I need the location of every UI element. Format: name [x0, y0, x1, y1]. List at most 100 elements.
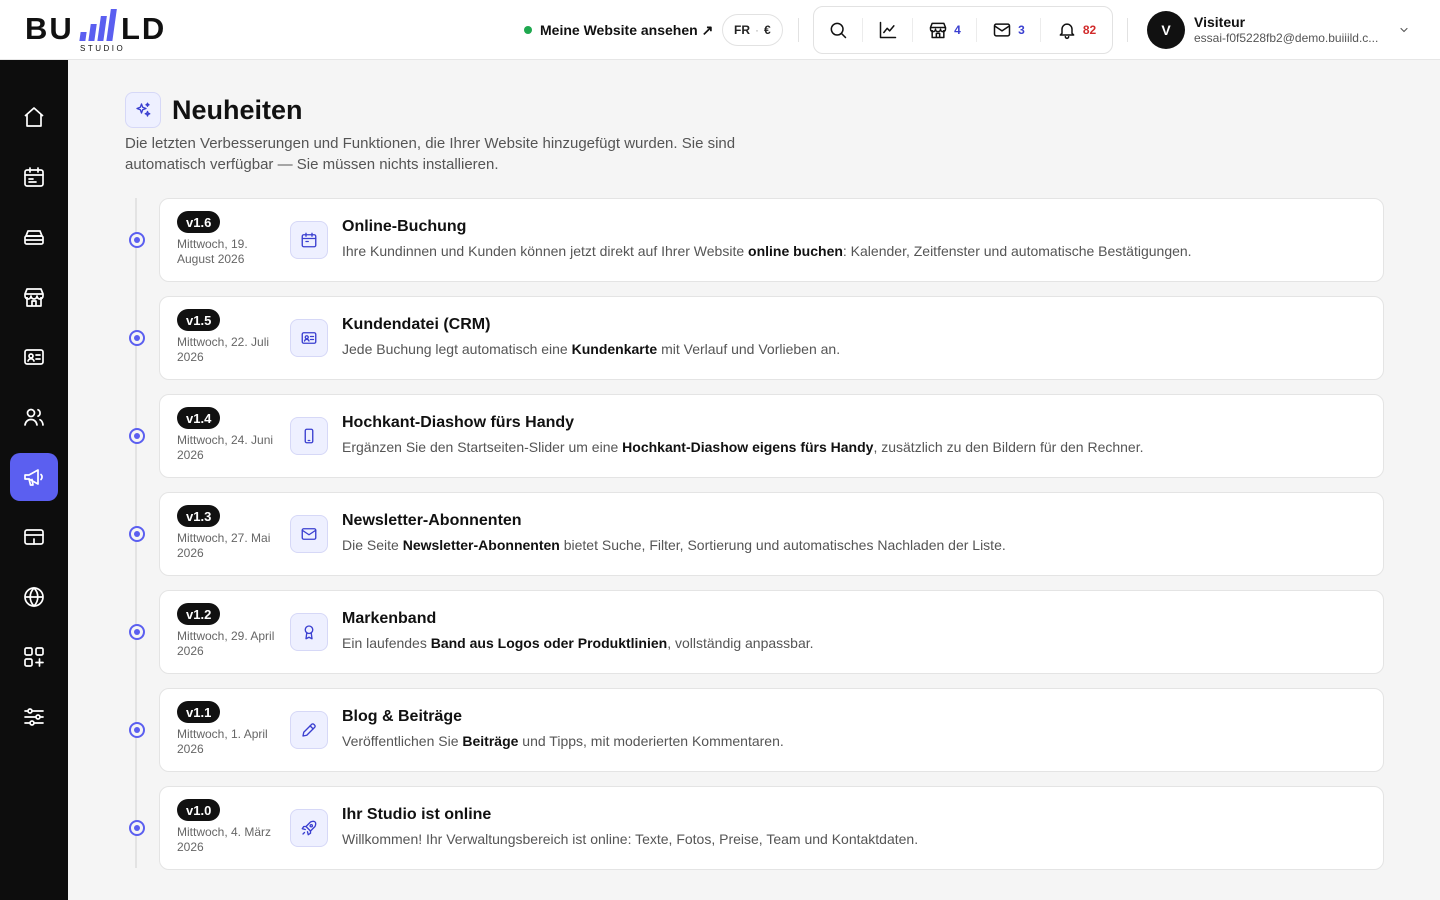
sidebar-item-settings[interactable]	[10, 693, 58, 741]
sidebar-item-team[interactable]	[10, 393, 58, 441]
feature-description: Ergänzen Sie den Startseiten-Slider um e…	[342, 439, 1144, 455]
sidebar-item-apps[interactable]	[10, 633, 58, 681]
timeline-dot	[129, 526, 145, 542]
description-highlight: Beiträge	[462, 733, 519, 749]
release-date: Mittwoch, 24. Juni 2026	[177, 433, 274, 462]
chevron-down-icon	[1400, 27, 1408, 33]
release-card: v1.3 Mittwoch, 27. Mai 2026 Newsletter-Abo…	[159, 492, 1384, 576]
sidebar-item-calendar[interactable]	[10, 153, 58, 201]
id-card-icon	[301, 332, 317, 344]
release-card: v1.6 Mittwoch, 19. August 2026 Online-Buch…	[159, 198, 1384, 282]
header-divider	[1127, 18, 1128, 42]
feature-title: Newsletter-Abonnenten	[342, 512, 522, 529]
feature-icon-box	[290, 319, 328, 357]
brand-logo[interactable]: BU LD STUDIO	[25, 8, 185, 54]
feature-icon-box	[290, 711, 328, 749]
globe-icon	[24, 586, 44, 608]
description-text: und Tipps, mit moderierten Kommentaren.	[518, 733, 784, 749]
feature-title: Hochkant-Diashow fürs Handy	[342, 414, 575, 431]
calendar-icon	[24, 167, 44, 187]
feature-description: Jede Buchung legt automatisch eine Kunde…	[342, 341, 840, 357]
feature-icon-box	[290, 221, 328, 259]
feature-description: Ihre Kundinnen und Kunden können jetzt d…	[342, 243, 1192, 259]
svg-text:STUDIO: STUDIO	[80, 44, 125, 53]
language-currency-switch[interactable]: FR · €	[722, 14, 783, 46]
feature-title: Kundendatei (CRM)	[342, 316, 491, 333]
release-card: v1.1 Mittwoch, 1. April 2026 Blog & Beiträ…	[159, 688, 1384, 772]
sidebar-item-payments[interactable]	[10, 513, 58, 561]
sidebar-item-news[interactable]	[10, 453, 58, 501]
description-text: bietet Suche, Filter, Sortierung und aut…	[559, 537, 1006, 553]
version-badge: v1.1	[177, 701, 221, 723]
description-highlight: Hochkant-Diashow eigens fürs Handy	[622, 439, 874, 455]
description-text: , vollständig anpassbar.	[667, 635, 814, 651]
release-card: v1.4 Mittwoch, 24. Juni 2026 Hochkant-Dias…	[159, 394, 1384, 478]
tray-icon	[24, 230, 44, 245]
sidebar-item-store[interactable]	[10, 273, 58, 321]
release-date: Mittwoch, 27. Mai 2026	[177, 531, 271, 560]
description-highlight: Band aus Logos oder Produktlinien	[430, 635, 668, 651]
search-icon	[830, 22, 847, 39]
shop-count: 4	[954, 23, 961, 37]
feature-icon-box	[290, 809, 328, 847]
sparkles-icon	[136, 102, 151, 117]
rocket-icon	[301, 820, 317, 836]
sidebar	[0, 60, 68, 900]
view-website-link[interactable]: Meine Website ansehen ↗	[524, 18, 713, 42]
shop-button[interactable]: 4	[912, 18, 976, 42]
description-text: Jede Buchung legt automatisch eine	[342, 341, 572, 357]
description-text: Ihre Kundinnen und Kunden können jetzt d…	[342, 243, 749, 259]
description-text: Die Seite	[342, 537, 403, 553]
feature-title: Online-Buchung	[342, 218, 467, 235]
timeline-dot	[129, 722, 145, 738]
messages-button[interactable]: 3	[976, 18, 1040, 42]
calendar-icon	[301, 232, 317, 248]
timeline-dot	[129, 624, 145, 640]
title-icon-box	[125, 92, 161, 128]
description-text: Veröffentlichen Sie	[342, 733, 463, 749]
notifications-count: 82	[1082, 23, 1097, 37]
timeline-dot	[129, 428, 145, 444]
release-card: v1.2 Mittwoch, 29. April 2026 Markenband Ei…	[159, 590, 1384, 674]
chart-line-icon	[879, 21, 896, 39]
feature-description: Willkommen! Ihr Verwaltungsbereich ist o…	[342, 831, 918, 847]
sidebar-item-contacts[interactable]	[10, 333, 58, 381]
feature-description: Veröffentlichen Sie Beiträge und Tipps, …	[342, 733, 784, 749]
user-menu[interactable]: V Visiteur essai-f0f5228fb2@demo.buiiild…	[1147, 10, 1417, 50]
release-card: v1.0 Mittwoch, 4. März 2026 Ihr Studio ist…	[159, 786, 1384, 870]
megaphone-icon	[24, 469, 43, 486]
release-date: Mittwoch, 29. April 2026	[177, 629, 275, 658]
notifications-button[interactable]: 82	[1040, 18, 1112, 42]
currency-label: €	[764, 23, 771, 37]
apps-icon	[24, 647, 44, 667]
pencil-icon	[302, 723, 316, 737]
analytics-button[interactable]	[862, 18, 912, 42]
sidebar-item-services[interactable]	[10, 213, 58, 261]
sidebar-item-website[interactable]	[10, 573, 58, 621]
user-name: Visiteur	[1194, 14, 1246, 30]
header-divider	[798, 18, 799, 42]
search-button[interactable]	[814, 7, 862, 53]
description-text: , zusätzlich zu den Bildern für den Rech…	[873, 439, 1144, 455]
description-highlight: Newsletter-Abonnenten	[402, 537, 560, 553]
home-icon	[24, 107, 44, 127]
release-date: Mittwoch, 22. Juli 2026	[177, 335, 270, 364]
description-text: Ergänzen Sie den Startseiten-Slider um e…	[342, 439, 623, 455]
header-toolbar: 4 3 82	[813, 6, 1113, 54]
description-text: mit Verlauf und Vorlieben an.	[657, 341, 841, 357]
mail-icon	[993, 23, 1011, 37]
description-highlight: online buchen	[748, 243, 843, 259]
timeline-dot	[129, 820, 145, 836]
messages-count: 3	[1018, 23, 1025, 37]
page-description: Die letzten Verbesserungen und Funktione…	[125, 135, 736, 173]
description-text: : Kalender, Zeitfenster und automatische…	[842, 243, 1192, 259]
mail-icon	[301, 528, 317, 540]
release-date: Mittwoch, 19. August 2026	[177, 237, 248, 266]
page-header: Neuheiten	[125, 92, 303, 128]
feature-icon-box	[290, 417, 328, 455]
version-badge: v1.6	[177, 211, 221, 233]
sidebar-item-home[interactable]	[10, 93, 58, 141]
feature-description: Die Seite Newsletter-Abonnenten bietet S…	[342, 537, 1006, 553]
separator-dot: ·	[755, 23, 759, 37]
feature-title: Blog & Beiträge	[342, 708, 463, 725]
